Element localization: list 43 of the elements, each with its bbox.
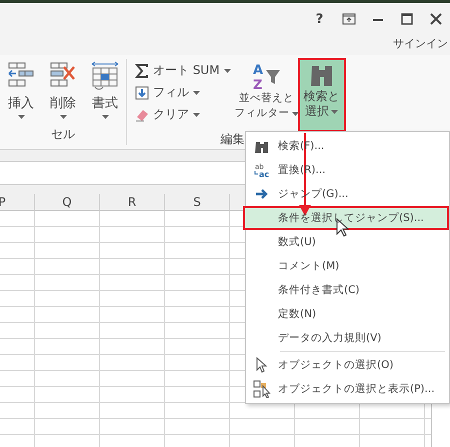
arrow-right-icon [255, 188, 269, 200]
menu-item[interactable]: コメント(M) [246, 254, 449, 278]
menu-item[interactable]: 数式(U) [246, 230, 449, 254]
fill-down-icon [135, 86, 149, 100]
sigma-icon [135, 64, 149, 78]
column-header[interactable]: R [100, 194, 165, 210]
format-button[interactable]: 書式 [84, 59, 126, 126]
fill-button[interactable]: フィル [133, 83, 233, 102]
caret-icon [18, 115, 24, 119]
find-select-button[interactable]: 検索と 選択 [298, 59, 345, 131]
sign-in-link[interactable]: サインイン [393, 36, 448, 51]
menu-item[interactable]: 定数(N) [246, 302, 449, 326]
pointer-icon [256, 357, 268, 373]
menu-item[interactable]: 条件を選択してジャンプ(S)... [243, 206, 449, 230]
sum-button[interactable]: オート SUM [133, 61, 233, 80]
sort-filter-button[interactable]: A Z 並べ替えと フィルター [234, 59, 299, 131]
caret-icon [102, 115, 108, 119]
help-button[interactable]: ? [305, 11, 334, 27]
group-label: セル [51, 126, 75, 143]
menu-item[interactable]: オブジェクトの選択(O) [246, 353, 449, 377]
menu-item[interactable]: データの入力規則(V) [246, 326, 449, 350]
caret-icon [193, 90, 200, 94]
column-header[interactable]: Q [35, 194, 100, 210]
caret-icon [224, 68, 231, 72]
group-label: 編集 [220, 131, 245, 148]
caret-icon [331, 110, 338, 114]
insert-button[interactable]: 挿入 [0, 59, 42, 126]
delete-button[interactable]: 削除 [42, 59, 84, 126]
ribbon-display-icon [342, 13, 356, 25]
clear-button[interactable]: クリア [133, 105, 233, 124]
column-header[interactable]: S [165, 194, 230, 210]
eraser-icon [135, 108, 149, 122]
maximize-icon [400, 13, 412, 25]
close-icon [430, 13, 442, 25]
caret-icon [60, 115, 66, 119]
format-cells-icon [91, 61, 119, 91]
selection-pane-icon [253, 380, 271, 398]
caret-icon [193, 112, 200, 116]
binoculars-icon [254, 140, 270, 152]
caret-icon [292, 112, 299, 116]
binoculars-icon [308, 63, 335, 89]
menu-item[interactable]: オブジェクトの選択と表示(P)... [246, 377, 449, 401]
menu-item[interactable]: 条件付き書式(C) [246, 278, 449, 302]
